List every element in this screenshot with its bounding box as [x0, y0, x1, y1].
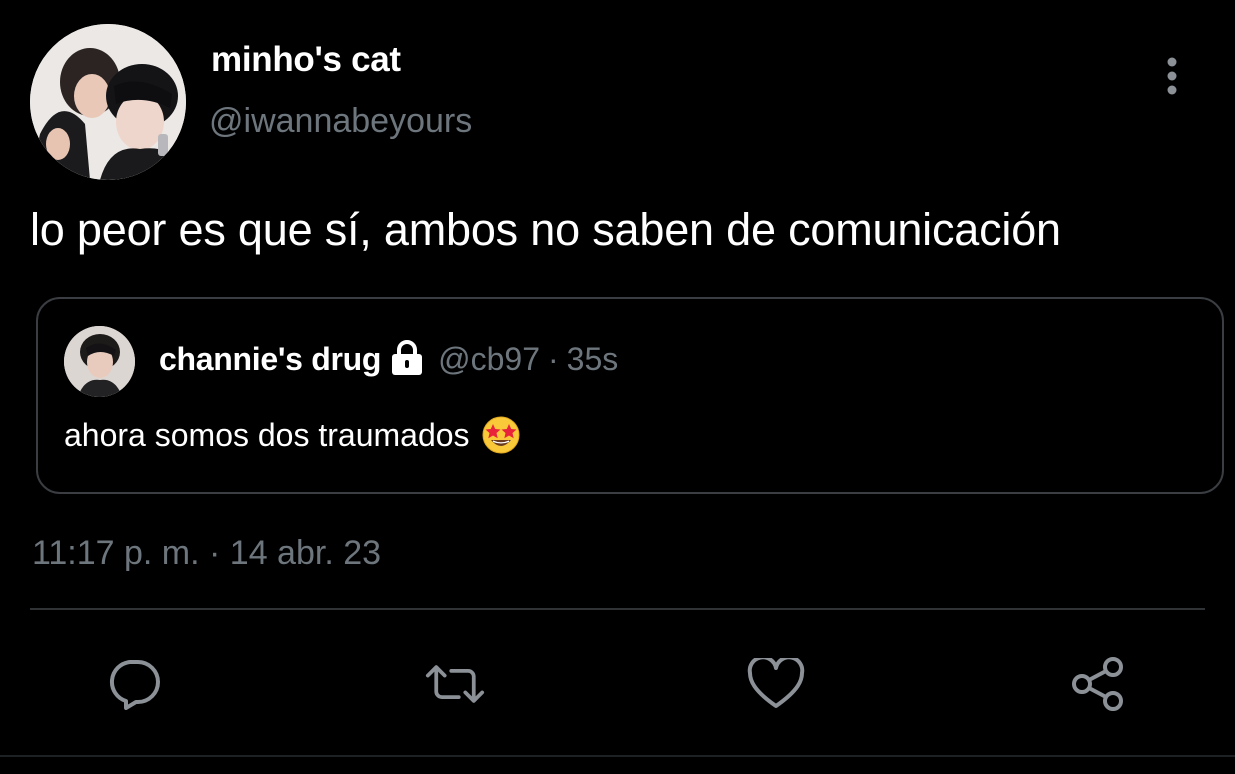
lock-icon	[390, 339, 424, 376]
divider	[30, 608, 1205, 610]
author-avatar[interactable]	[30, 24, 186, 180]
reply-button[interactable]	[104, 654, 164, 714]
share-icon	[1072, 657, 1123, 711]
retweet-button[interactable]	[425, 654, 485, 714]
quoted-tweet-card[interactable]: channie's drug @cb97 · 35s ahora somos d…	[36, 297, 1224, 494]
more-vertical-icon	[1167, 57, 1177, 95]
reply-icon	[109, 660, 160, 710]
quoted-author-display-name[interactable]: channie's drug	[159, 341, 381, 378]
heart-icon	[747, 658, 805, 708]
quoted-author-avatar[interactable]	[64, 326, 135, 397]
tweet: minho's cat @iwannabeyours lo peor es qu…	[0, 0, 1235, 774]
quoted-tweet-text: ahora somos dos traumados	[64, 416, 470, 453]
bottom-divider	[0, 755, 1235, 757]
separator-dot: ·	[548, 341, 559, 377]
more-options-button[interactable]	[1152, 52, 1192, 100]
quoted-tweet-time[interactable]: 35s	[567, 341, 619, 378]
quoted-author-avatar-image	[64, 326, 135, 397]
quoted-author-row: channie's drug @cb97 · 35s	[159, 339, 619, 378]
author-display-name[interactable]: minho's cat	[211, 40, 401, 80]
like-button[interactable]	[746, 654, 806, 714]
share-button[interactable]	[1068, 654, 1128, 714]
author-avatar-image	[30, 24, 186, 180]
quoted-tweet-text-row: ahora somos dos traumados	[64, 416, 520, 454]
author-handle[interactable]: @iwannabeyours	[209, 102, 472, 141]
tweet-text: lo peor es que sí, ambos no saben de com…	[30, 204, 1061, 255]
star-struck-emoji-icon	[482, 416, 520, 454]
retweet-icon	[425, 665, 485, 703]
tweet-timestamp[interactable]: 11:17 p. m. · 14 abr. 23	[32, 534, 381, 573]
quoted-author-handle[interactable]: @cb97	[438, 341, 540, 378]
